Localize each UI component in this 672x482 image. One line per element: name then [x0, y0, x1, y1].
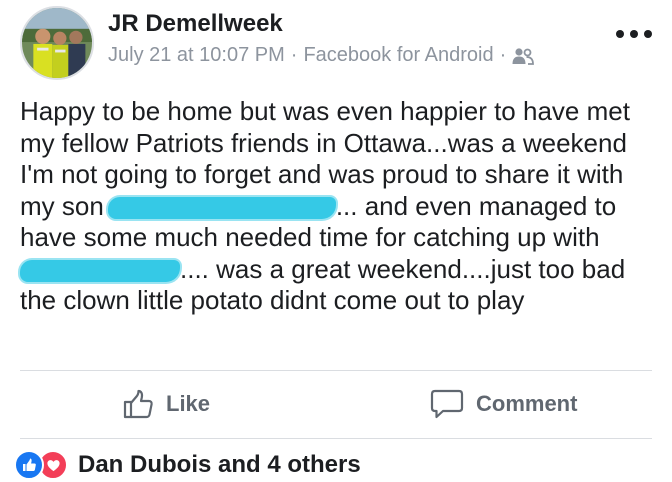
redaction-mark: [20, 259, 180, 282]
more-options-button[interactable]: [616, 24, 652, 44]
post-text-line: .... was a great weekend....just too bad: [20, 254, 660, 286]
redaction-mark: [107, 196, 336, 219]
more-dots-icon: [616, 30, 624, 38]
like-button[interactable]: Like: [122, 386, 210, 422]
post-source: Facebook for Android: [303, 44, 494, 66]
author-name[interactable]: JR Demellweek: [108, 10, 283, 38]
more-dots-icon: [630, 30, 638, 38]
post-text-segment: have some much needed time for catching …: [20, 222, 600, 252]
post-text-segment: .... was a great weekend....just too bad: [180, 253, 626, 284]
post-text-line: my fellow Patriots friends in Ottawa...w…: [20, 128, 660, 160]
post-text-segment: Happy to be home but was even happier to…: [20, 96, 630, 126]
actions-divider-top: [20, 370, 652, 371]
thumbs-up-outline-icon: [123, 389, 153, 419]
post-text-line: have some much needed time for catching …: [20, 222, 660, 254]
avatar-photo: [22, 8, 92, 78]
author-avatar[interactable]: [20, 6, 94, 80]
comment-button[interactable]: Comment: [430, 386, 577, 422]
like-reaction-icon: [14, 450, 44, 480]
meta-separator: ·: [290, 44, 298, 66]
actions-divider-bottom: [20, 438, 652, 439]
post-text-segment: my son: [20, 190, 104, 221]
post-meta: July 21 at 10:07 PM · Facebook for Andro…: [108, 44, 535, 67]
post-text-segment: ... and even managed to: [335, 190, 617, 221]
reaction-icons: [14, 450, 68, 480]
more-dots-icon: [644, 30, 652, 38]
post-text-segment: my fellow Patriots friends in Ottawa...w…: [20, 127, 627, 158]
reactions-count-text: Dan Dubois and 4 others: [78, 451, 361, 478]
post-text-line: the clown little potato didnt come out t…: [20, 285, 660, 317]
meta-separator: ·: [499, 44, 507, 66]
facebook-post: JR Demellweek July 21 at 10:07 PM · Face…: [0, 0, 672, 482]
comment-label: Comment: [476, 391, 578, 416]
comment-bubble-icon: [430, 389, 464, 419]
post-text-segment: the clown little potato didnt come out t…: [20, 285, 525, 315]
post-text-line: my son ... and even managed to: [20, 191, 660, 223]
like-label: Like: [166, 391, 211, 416]
post-timestamp[interactable]: July 21 at 10:07 PM: [108, 44, 285, 67]
post-text-line: Happy to be home but was even happier to…: [20, 96, 660, 128]
post-text-segment: I'm not going to forget and was proud to…: [20, 159, 624, 189]
friends-icon[interactable]: [512, 47, 535, 65]
reactions-summary[interactable]: Dan Dubois and 4 others: [14, 450, 361, 480]
post-text-line: I'm not going to forget and was proud to…: [20, 159, 660, 191]
post-body: Happy to be home but was even happier to…: [20, 96, 660, 317]
